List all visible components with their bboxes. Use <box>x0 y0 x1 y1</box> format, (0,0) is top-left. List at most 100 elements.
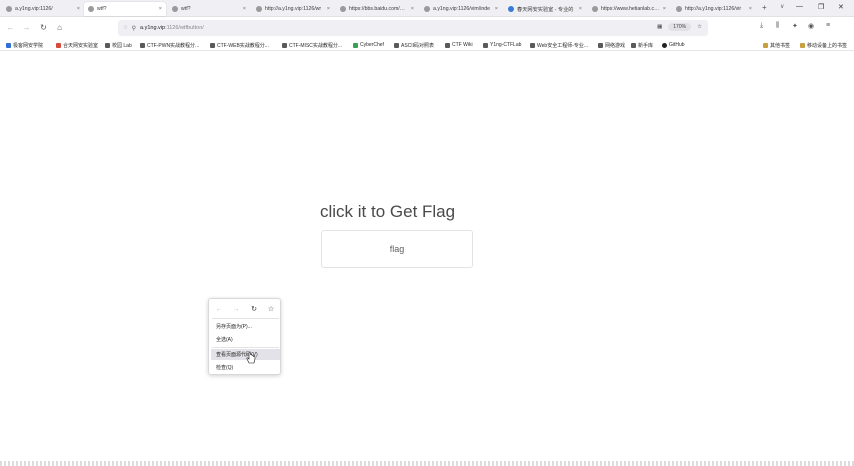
url-path: :1126/wtfbutton/ <box>165 25 204 31</box>
bookmark-item[interactable]: CTF-MISC实战教程分... <box>282 40 342 50</box>
hand-cursor-icon <box>246 352 256 364</box>
context-reload-icon[interactable]: ↻ <box>249 304 259 314</box>
tracking-shield-icon[interactable]: ◌ <box>124 25 128 31</box>
list-all-tabs-icon[interactable]: ∨ <box>780 3 784 10</box>
tab-close-icon[interactable]: × <box>663 6 666 12</box>
bookmark-item[interactable]: Y1ng-CTFLab <box>483 40 521 50</box>
tab[interactable]: https://bbs.baidu.com/bos × <box>336 2 418 16</box>
bookmark-item[interactable]: CTF Wiki <box>445 40 473 50</box>
bookmark-item[interactable]: 校园 Lab <box>105 40 132 50</box>
bookmark-favicon-icon <box>445 42 450 48</box>
flag-button[interactable]: flag <box>321 230 473 268</box>
bookmark-favicon-icon <box>631 42 636 48</box>
github-icon <box>662 42 667 48</box>
tab[interactable]: a.y1ng.vip:1126/ × <box>2 2 84 16</box>
site-info-icon[interactable]: ⚲ <box>132 25 136 32</box>
home-icon[interactable]: ⌂ <box>53 21 66 34</box>
account-icon[interactable]: ◉ <box>808 22 814 30</box>
tab[interactable]: a.y1ng.vip:1126/vim/inde × <box>420 2 502 16</box>
tab-close-icon[interactable]: × <box>579 6 582 12</box>
page-action-icon[interactable]: ▦ <box>657 24 662 30</box>
tab[interactable]: http://a.y1ng.vip:1126/vir × <box>672 2 756 16</box>
tab-title: a.y1ng.vip:1126/vim/inde <box>433 6 491 12</box>
bookmark-label: CyberChef <box>360 42 384 48</box>
tab-title: http://a.y1ng.vip:1126/vir <box>685 6 742 12</box>
downloads-icon[interactable]: ⤓ <box>760 22 763 30</box>
bookmark-favicon-icon <box>105 42 110 48</box>
folder-icon <box>763 42 768 48</box>
tab-title: wtf? <box>97 6 107 12</box>
close-window-icon[interactable]: ✕ <box>838 3 844 11</box>
bookmark-item[interactable]: GitHub <box>662 40 685 50</box>
tab[interactable]: 春天网安实验室 - 专业的 × <box>504 2 586 16</box>
navigation-toolbar: ← → ↻ ⌂ ◌ ⚲ a.y1ng.vip:1126/wtfbutton/ ▦… <box>0 17 854 39</box>
context-forward-icon[interactable]: → <box>231 304 241 314</box>
page-heading: click it to Get Flag <box>320 202 456 221</box>
tab-title: wtf? <box>181 6 191 12</box>
menu-item-select-all[interactable]: 全选(A) <box>211 334 280 345</box>
bookmark-label: Y1ng-CTFLab <box>490 42 522 48</box>
bookmark-item[interactable]: CTF-WEB实战教程分... <box>210 40 269 50</box>
tab-close-icon[interactable]: × <box>159 6 162 12</box>
bookmark-label: 合天网安实验室 <box>63 42 99 49</box>
context-menu: ← → ↻ ☆ 另存页面为(P)... 全选(A) 查看页面源代码(V) 检查(… <box>208 298 281 375</box>
extension-icon[interactable]: ✦ <box>792 22 798 30</box>
context-bookmark-icon[interactable]: ☆ <box>266 304 276 314</box>
new-tab-icon[interactable]: + <box>762 3 767 12</box>
tab-favicon-icon <box>676 6 682 12</box>
maximize-icon[interactable]: ❐ <box>818 3 824 11</box>
tab[interactable]: http://a.y1ng.vip:1126/wr × <box>252 2 334 16</box>
back-icon[interactable]: ← <box>4 21 17 34</box>
minimize-icon[interactable]: — <box>796 3 803 10</box>
tab-close-icon[interactable]: × <box>495 6 498 12</box>
url-host: a.y1ng.vip <box>139 25 166 31</box>
context-back-icon[interactable]: ← <box>214 304 224 314</box>
bookmark-item[interactable]: ASCII码对照表 <box>394 40 434 50</box>
other-bookmarks[interactable]: 其他书签 <box>763 40 790 50</box>
tab-favicon-icon <box>172 6 178 12</box>
tab-close-icon[interactable]: × <box>749 6 752 12</box>
bookmark-item[interactable]: 合天网安实验室 <box>56 40 98 50</box>
menu-separator <box>212 347 279 348</box>
bookmark-item[interactable]: 网络游戏 <box>598 40 625 50</box>
tab-favicon-icon <box>508 6 514 12</box>
bookmark-item[interactable]: Web安全工程师-专业... <box>530 40 588 50</box>
tab-title: a.y1ng.vip:1126/ <box>15 6 53 12</box>
tab-title: http://a.y1ng.vip:1126/wr <box>265 6 322 12</box>
bookmark-label: 移动设备上的书签 <box>807 42 848 49</box>
bookmark-item[interactable]: 极客网安学院 <box>6 40 43 50</box>
bookmark-favicon-icon <box>530 42 535 48</box>
menu-item-save-page-as[interactable]: 另存页面为(P)... <box>211 321 280 332</box>
bookmark-item[interactable]: 新手库 <box>631 40 653 50</box>
bookmark-star-icon[interactable]: ☆ <box>697 24 702 30</box>
tab-active[interactable]: wtf? × <box>84 2 166 16</box>
tab-favicon-icon <box>256 6 262 12</box>
tab[interactable]: https://www.hetianlab.com × <box>588 2 670 16</box>
bookmark-label: 新手库 <box>638 42 654 49</box>
library-icon[interactable]: ⫼ <box>776 22 779 30</box>
tab-close-icon[interactable]: × <box>327 6 330 12</box>
app-menu-icon[interactable]: ≡ <box>826 22 830 29</box>
bookmark-label: CTF Wiki <box>452 42 473 48</box>
mobile-bookmarks[interactable]: 移动设备上的书签 <box>800 40 847 50</box>
tab-favicon-icon <box>340 6 346 12</box>
tab[interactable]: wtf? × <box>168 2 250 16</box>
bookmark-item[interactable]: CTF-PWN实战教程分... <box>140 40 199 50</box>
bookmark-label: 校园 Lab <box>112 42 132 49</box>
bookmark-favicon-icon <box>353 42 358 48</box>
bookmark-label: Web安全工程师-专业... <box>537 42 589 49</box>
tab-favicon-icon <box>6 6 12 12</box>
tab-close-icon[interactable]: × <box>243 6 246 12</box>
bookmark-item[interactable]: CyberChef <box>353 40 384 50</box>
tab-favicon-icon <box>424 6 430 12</box>
url-bar[interactable]: ◌ ⚲ a.y1ng.vip:1126/wtfbutton/ ▦ 170% ☆ <box>118 20 708 36</box>
tab-title: https://bbs.baidu.com/bos <box>349 6 408 12</box>
tab-title: https://www.hetianlab.com <box>601 6 660 12</box>
tab-close-icon[interactable]: × <box>77 6 80 12</box>
bookmark-favicon-icon <box>210 42 215 48</box>
forward-icon[interactable]: → <box>20 21 33 34</box>
bookmark-favicon-icon <box>282 42 287 48</box>
zoom-level-button[interactable]: 170% <box>668 23 692 31</box>
reload-icon[interactable]: ↻ <box>37 21 50 34</box>
tab-close-icon[interactable]: × <box>411 6 414 12</box>
